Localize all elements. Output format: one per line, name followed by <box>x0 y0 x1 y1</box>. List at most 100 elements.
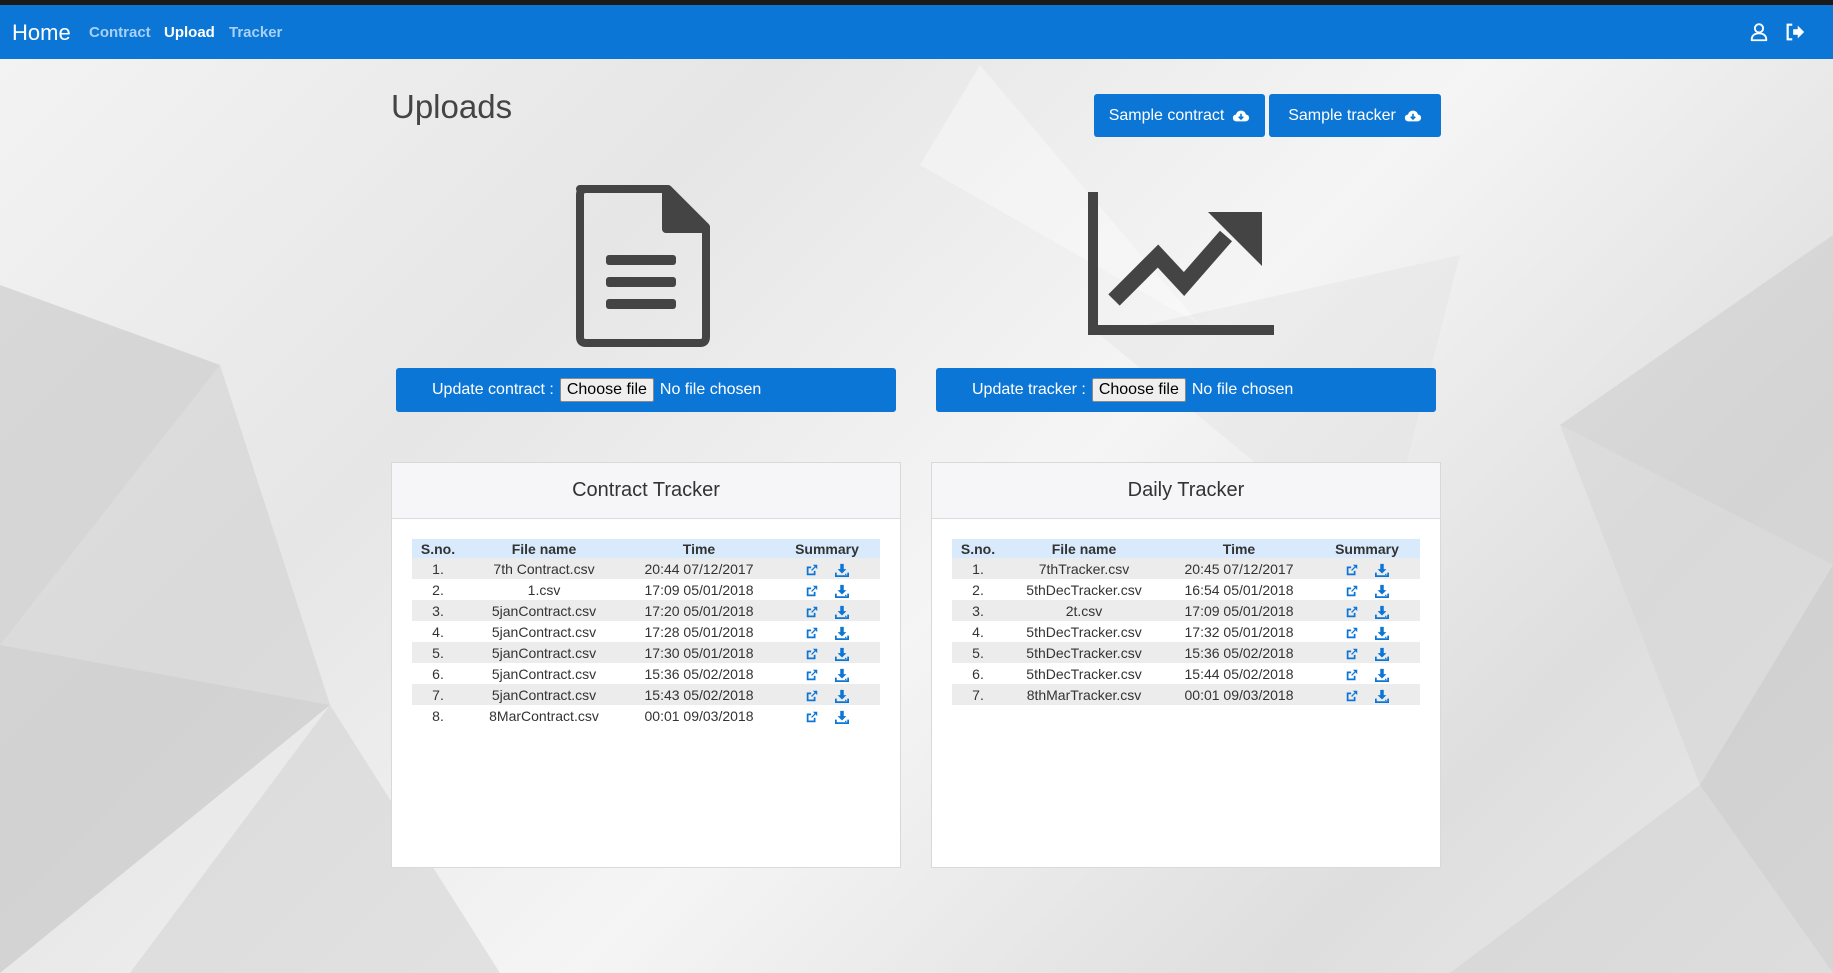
share-icon[interactable] <box>1345 626 1359 640</box>
download-icon[interactable] <box>835 647 849 661</box>
download-icon[interactable] <box>835 710 849 724</box>
table-row: 5. 5janContract.csv 17:30 05/01/2018 <box>412 642 880 663</box>
share-icon[interactable] <box>805 584 819 598</box>
sign-out-icon[interactable] <box>1784 21 1806 43</box>
download-icon[interactable] <box>1375 584 1389 598</box>
row-serial: 5. <box>952 642 1004 663</box>
download-icon[interactable] <box>835 668 849 682</box>
row-time: 15:44 05/02/2018 <box>1164 663 1314 684</box>
daily-tracker-panel: Daily Tracker S.no. File name Time Summa… <box>931 462 1441 868</box>
row-summary-actions <box>1314 579 1420 600</box>
row-summary-actions <box>1314 558 1420 579</box>
nav-upload-link[interactable]: Upload <box>164 24 215 41</box>
download-icon[interactable] <box>835 689 849 703</box>
document-icon <box>576 185 710 347</box>
download-icon[interactable] <box>1375 668 1389 682</box>
cloud-download-icon <box>1233 110 1250 121</box>
download-icon[interactable] <box>835 626 849 640</box>
row-time: 15:43 05/02/2018 <box>624 684 774 705</box>
daily-tracker-title: Daily Tracker <box>932 463 1440 519</box>
column-header: Time <box>1164 539 1314 558</box>
row-file-name: 5thDecTracker.csv <box>1004 663 1164 684</box>
column-header: Summary <box>1314 539 1420 558</box>
row-time: 00:01 09/03/2018 <box>624 705 774 726</box>
share-icon[interactable] <box>805 689 819 703</box>
share-icon[interactable] <box>805 647 819 661</box>
column-header: S.no. <box>412 539 464 558</box>
row-serial: 6. <box>952 663 1004 684</box>
row-summary-actions <box>774 642 880 663</box>
row-serial: 5. <box>412 642 464 663</box>
contract-choose-file-button[interactable]: Choose file <box>559 378 654 402</box>
row-serial: 3. <box>952 600 1004 621</box>
nav-tracker-link[interactable]: Tracker <box>229 24 282 41</box>
download-icon[interactable] <box>1375 689 1389 703</box>
column-header: File name <box>464 539 624 558</box>
download-icon[interactable] <box>1375 605 1389 619</box>
row-summary-actions <box>1314 663 1420 684</box>
column-header: File name <box>1004 539 1164 558</box>
row-serial: 7. <box>412 684 464 705</box>
row-file-name: 2t.csv <box>1004 600 1164 621</box>
row-summary-actions <box>774 705 880 726</box>
cloud-download-icon <box>1404 110 1421 121</box>
share-icon[interactable] <box>805 605 819 619</box>
contract-tracker-title: Contract Tracker <box>392 463 900 519</box>
sample-contract-label: Sample contract <box>1108 106 1225 124</box>
share-icon[interactable] <box>805 668 819 682</box>
table-row: 4. 5janContract.csv 17:28 05/01/2018 <box>412 621 880 642</box>
download-icon[interactable] <box>835 563 849 577</box>
download-icon[interactable] <box>1375 563 1389 577</box>
share-icon[interactable] <box>805 563 819 577</box>
tracker-upload-label: Update tracker : <box>972 381 1086 398</box>
row-time: 15:36 05/02/2018 <box>624 663 774 684</box>
row-time: 17:09 05/01/2018 <box>624 579 774 600</box>
share-icon[interactable] <box>1345 689 1359 703</box>
share-icon[interactable] <box>805 710 819 724</box>
download-icon[interactable] <box>1375 647 1389 661</box>
row-serial: 2. <box>952 579 1004 600</box>
row-summary-actions <box>1314 600 1420 621</box>
share-icon[interactable] <box>1345 563 1359 577</box>
tracker-upload-bar: Update tracker : Choose file No file cho… <box>936 368 1436 412</box>
row-time: 17:28 05/01/2018 <box>624 621 774 642</box>
nav-contract-link[interactable]: Contract <box>89 24 151 41</box>
row-serial: 4. <box>952 621 1004 642</box>
download-icon[interactable] <box>1375 626 1389 640</box>
chart-trend-icon <box>1088 192 1274 335</box>
share-icon[interactable] <box>1345 647 1359 661</box>
row-time: 20:44 07/12/2017 <box>624 558 774 579</box>
row-file-name: 7th Contract.csv <box>464 558 624 579</box>
user-icon[interactable] <box>1748 21 1770 43</box>
table-row: 2. 1.csv 17:09 05/01/2018 <box>412 579 880 600</box>
table-row: 1. 7thTracker.csv 20:45 07/12/2017 <box>952 558 1420 579</box>
tracker-choose-file-button[interactable]: Choose file <box>1091 378 1186 402</box>
contract-upload-bar: Update contract : Choose file No file ch… <box>396 368 896 412</box>
download-icon[interactable] <box>835 605 849 619</box>
background-pattern <box>0 65 1833 973</box>
row-file-name: 5janContract.csv <box>464 621 624 642</box>
share-icon[interactable] <box>805 626 819 640</box>
row-time: 17:30 05/01/2018 <box>624 642 774 663</box>
contract-tracker-panel: Contract Tracker S.no. File name Time Su… <box>391 462 901 868</box>
row-file-name: 5thDecTracker.csv <box>1004 621 1164 642</box>
download-icon[interactable] <box>835 584 849 598</box>
table-row: 6. 5thDecTracker.csv 15:44 05/02/2018 <box>952 663 1420 684</box>
row-serial: 2. <box>412 579 464 600</box>
sample-contract-button[interactable]: Sample contract <box>1094 94 1265 137</box>
row-file-name: 8MarContract.csv <box>464 705 624 726</box>
row-file-name: 5janContract.csv <box>464 600 624 621</box>
share-icon[interactable] <box>1345 668 1359 682</box>
row-time: 15:36 05/02/2018 <box>1164 642 1314 663</box>
row-serial: 4. <box>412 621 464 642</box>
contract-tracker-table: S.no. File name Time Summary 1. 7th Contr… <box>412 539 880 726</box>
row-summary-actions <box>1314 684 1420 705</box>
share-icon[interactable] <box>1345 605 1359 619</box>
table-row: 3. 2t.csv 17:09 05/01/2018 <box>952 600 1420 621</box>
table-row: 4. 5thDecTracker.csv 17:32 05/01/2018 <box>952 621 1420 642</box>
share-icon[interactable] <box>1345 584 1359 598</box>
row-time: 16:54 05/01/2018 <box>1164 579 1314 600</box>
nav-home-link[interactable]: Home <box>12 20 71 46</box>
sample-tracker-button[interactable]: Sample tracker <box>1269 94 1441 137</box>
row-time: 17:20 05/01/2018 <box>624 600 774 621</box>
